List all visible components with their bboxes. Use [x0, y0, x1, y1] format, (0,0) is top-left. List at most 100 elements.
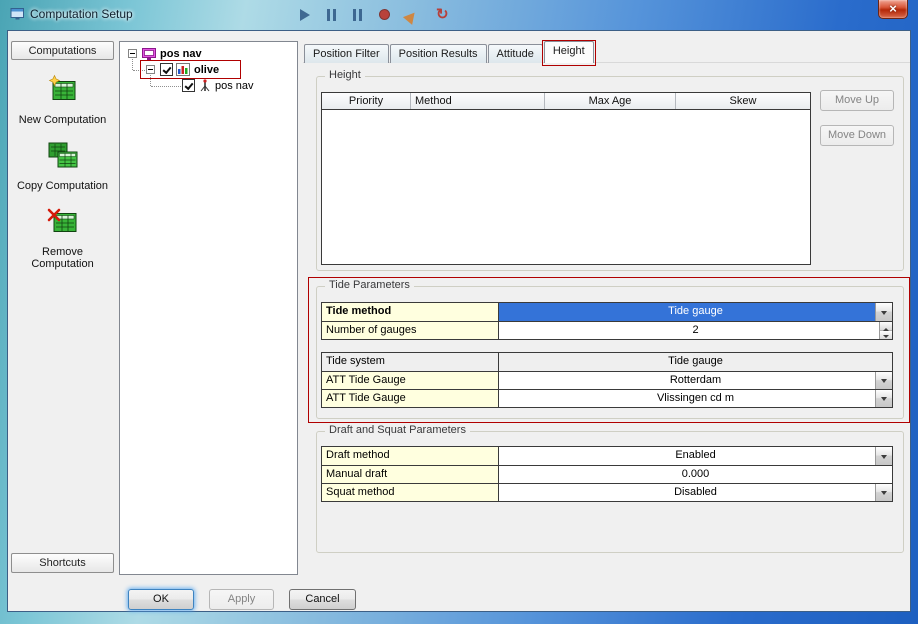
height-group-label: Height	[325, 69, 365, 81]
draft-method-row: Draft method Enabled	[322, 447, 892, 465]
close-button[interactable]: ×	[878, 0, 908, 19]
quantity-stepper[interactable]	[879, 322, 892, 339]
squat-method-row: Squat method Disabled	[322, 483, 892, 501]
tab-height-label: Height	[553, 45, 585, 57]
manual-draft-value: 0.000	[682, 468, 710, 480]
tide-method-row: Tide method Tide gauge	[322, 303, 892, 321]
att-tide-gauge-label-1: ATT Tide Gauge	[322, 372, 499, 389]
height-table-header: Priority Method Max Age Skew	[321, 92, 811, 110]
draft-method-value: Enabled	[675, 449, 715, 461]
pointer-icon	[403, 4, 423, 25]
ok-button[interactable]: OK	[128, 589, 194, 610]
chevron-down-icon[interactable]	[875, 390, 892, 407]
tab-attitude[interactable]: Attitude	[488, 44, 543, 63]
collapse-icon[interactable]	[146, 65, 155, 74]
tide-parameters-group: Tide Parameters Tide method Tide gauge N…	[316, 286, 904, 419]
tree-pos-nav-child-label: pos nav	[215, 80, 254, 92]
number-of-gauges-value: 2	[692, 324, 698, 336]
tree-root-label: pos nav	[160, 48, 202, 60]
draft-table: Draft method Enabled Manual draft 0.000	[321, 446, 893, 502]
col-priority[interactable]: Priority	[322, 93, 411, 109]
height-priority-table: Priority Method Max Age Skew	[321, 92, 811, 265]
tab-position-filter[interactable]: Position Filter	[304, 44, 389, 63]
number-of-gauges-row: Number of gauges 2	[322, 321, 892, 339]
draft-group-label: Draft and Squat Parameters	[325, 424, 470, 436]
chevron-down-icon[interactable]	[875, 484, 892, 501]
draft-squat-group: Draft and Squat Parameters Draft method …	[316, 431, 904, 553]
tree-olive-label: olive	[194, 64, 219, 76]
att-tide-gauge-dropdown-1[interactable]: Rotterdam	[499, 372, 892, 389]
computation-setup-dialog: Computation Setup ↻ × Computations	[0, 0, 918, 624]
att-tide-gauge-row-2: ATT Tide Gauge Vlissingen cd m	[322, 389, 892, 407]
tide-system-value: Tide gauge	[499, 353, 892, 371]
copy-computation-icon	[46, 160, 80, 177]
new-computation-button[interactable]: New Computation	[11, 73, 114, 126]
pause-icon	[353, 9, 362, 21]
att-tide-gauge-value-2: Vlissingen cd m	[657, 392, 734, 404]
computations-header-button[interactable]: Computations	[11, 41, 114, 60]
tide-system-label: Tide system	[322, 353, 499, 371]
spin-down-icon[interactable]	[880, 331, 892, 339]
remove-computation-icon	[46, 226, 80, 243]
tab-position-results[interactable]: Position Results	[390, 44, 487, 63]
tree-node-pos-nav-root[interactable]: pos nav	[120, 46, 297, 62]
move-down-button[interactable]: Move Down	[820, 125, 894, 146]
window-title: Computation Setup	[30, 7, 133, 21]
height-table-body[interactable]	[321, 110, 811, 265]
olive-checkbox[interactable]	[160, 63, 173, 76]
tide-system-header-row: Tide system Tide gauge	[322, 353, 892, 371]
tabstrip: Position Filter Position Results Attitud…	[304, 41, 595, 63]
tree-node-olive[interactable]: olive	[120, 62, 297, 78]
att-tide-gauge-value-1: Rotterdam	[670, 374, 721, 386]
play-icon	[300, 9, 310, 21]
chevron-down-icon[interactable]	[875, 372, 892, 389]
draft-method-dropdown[interactable]: Enabled	[499, 447, 892, 465]
cancel-button[interactable]: Cancel	[289, 589, 356, 610]
new-computation-icon	[46, 94, 80, 111]
chevron-down-icon[interactable]	[875, 447, 892, 465]
tide-group-label: Tide Parameters	[325, 279, 414, 291]
computation-tree[interactable]: pos nav olive pos nav	[119, 41, 298, 575]
record-icon	[379, 9, 390, 20]
remove-computation-button[interactable]: Remove Computation	[11, 205, 114, 270]
att-tide-gauge-label-2: ATT Tide Gauge	[322, 390, 499, 407]
app-icon	[10, 6, 25, 26]
background-toolbar-icons: ↻	[300, 6, 449, 23]
tide-method-label: Tide method	[322, 303, 499, 321]
apply-button[interactable]: Apply	[209, 589, 274, 610]
height-group: Height Priority Method Max Age Skew Move…	[316, 76, 904, 271]
new-computation-label: New Computation	[11, 114, 114, 126]
pos-nav-child-icon	[198, 79, 212, 96]
draft-method-label: Draft method	[322, 447, 499, 465]
tree-node-pos-nav-child[interactable]: pos nav	[120, 78, 297, 94]
att-tide-gauge-dropdown-2[interactable]: Vlissingen cd m	[499, 390, 892, 407]
tide-gauges-table: Tide system Tide gauge ATT Tide Gauge Ro…	[321, 352, 893, 408]
collapse-icon[interactable]	[128, 49, 137, 58]
shortcuts-button[interactable]: Shortcuts	[11, 553, 114, 573]
squat-method-label: Squat method	[322, 484, 499, 501]
manual-draft-label: Manual draft	[322, 466, 499, 483]
copy-computation-label: Copy Computation	[11, 180, 114, 192]
pos-nav-checkbox[interactable]	[182, 79, 195, 92]
computations-panel: Computations New Computation	[11, 41, 114, 573]
tide-method-table: Tide method Tide gauge Number of gauges …	[321, 302, 893, 340]
settings-panel: Position Filter Position Results Attitud…	[303, 41, 910, 574]
annotation-olive	[140, 60, 241, 79]
number-of-gauges-field[interactable]: 2	[499, 322, 892, 339]
col-max-age[interactable]: Max Age	[545, 93, 676, 109]
spin-up-icon[interactable]	[880, 322, 892, 331]
refresh-icon: ↻	[436, 8, 449, 22]
titlebar[interactable]: Computation Setup ↻ ×	[0, 0, 918, 30]
number-of-gauges-label: Number of gauges	[322, 322, 499, 339]
col-method[interactable]: Method	[411, 93, 545, 109]
squat-method-dropdown[interactable]: Disabled	[499, 484, 892, 501]
tab-height[interactable]: Height	[544, 41, 594, 63]
manual-draft-field[interactable]: 0.000	[499, 466, 892, 483]
col-skew[interactable]: Skew	[676, 93, 810, 109]
copy-computation-button[interactable]: Copy Computation	[11, 139, 114, 192]
move-up-button[interactable]: Move Up	[820, 90, 894, 111]
tide-method-dropdown[interactable]: Tide gauge	[499, 303, 892, 321]
squat-method-value: Disabled	[674, 486, 717, 498]
chevron-down-icon[interactable]	[875, 303, 892, 321]
tide-method-value: Tide gauge	[668, 305, 723, 317]
